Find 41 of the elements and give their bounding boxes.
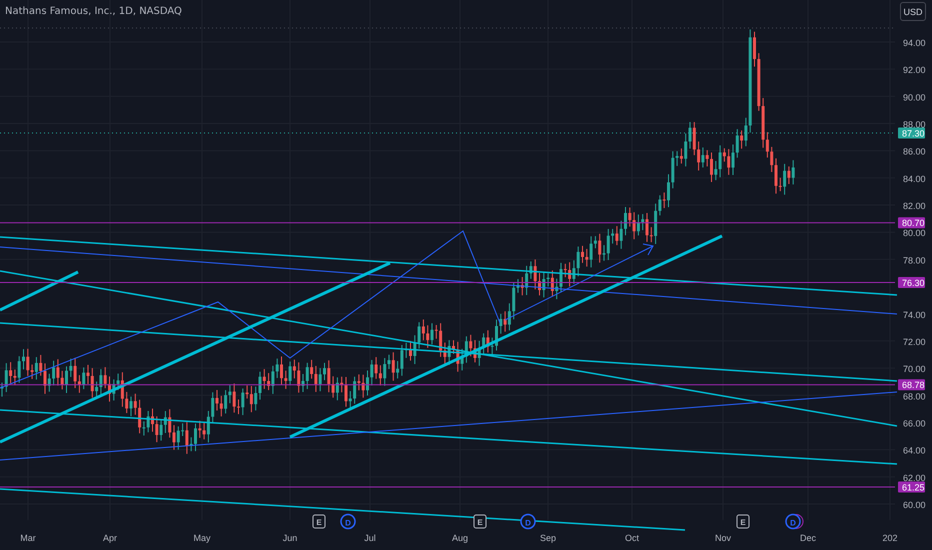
time-axis-label: Aug: [452, 533, 468, 543]
price-axis-label: 84.00: [903, 174, 926, 184]
earnings-marker[interactable]: E: [474, 514, 486, 528]
price-axis-label: 66.00: [903, 418, 926, 428]
time-axis-label: Oct: [625, 533, 639, 543]
price-axis-label: 82.00: [903, 201, 926, 212]
price-axis-label: 78.00: [903, 255, 926, 266]
price-axis-label: 70.00: [903, 364, 926, 374]
price-axis-label: 74.00: [903, 310, 926, 320]
currency-button[interactable]: USD: [900, 2, 926, 21]
price-axis-label: 80.00: [903, 228, 926, 238]
price-tag: 87.30: [898, 128, 925, 139]
time-axis-label: Apr: [103, 533, 117, 543]
time-axis-label: 202: [882, 533, 898, 543]
price-tag: 80.70: [898, 217, 925, 228]
price-axis-label: 94.00: [903, 38, 926, 48]
price-axis-label: 86.00: [903, 146, 926, 157]
price-axis-label: 68.00: [903, 391, 926, 402]
time-axis-label: Nov: [715, 533, 731, 543]
price-axis-label: 72.00: [903, 336, 926, 347]
price-axis-label: 64.00: [903, 446, 926, 456]
price-tag: 61.25: [898, 482, 925, 492]
time-axis-label: May: [194, 533, 210, 543]
price-axis-label: 90.00: [903, 92, 926, 102]
time-axis-label: Sep: [540, 533, 556, 543]
dividend-marker[interactable]: D: [520, 514, 536, 530]
price-axis-label: 92.00: [903, 65, 926, 76]
earnings-marker[interactable]: E: [312, 514, 326, 528]
chart-title: Nathans Famous, Inc., 1D, NASDAQ: [5, 6, 182, 17]
time-axis-label: Dec: [800, 533, 816, 543]
price-axis-label: 60.00: [903, 500, 926, 510]
price-tag: 68.78: [898, 379, 925, 390]
price-axis-label: 88.00: [903, 120, 926, 130]
price-tag: 76.30: [898, 277, 925, 288]
dividend-marker[interactable]: D: [785, 514, 804, 530]
price-axis-label: 62.00: [903, 472, 926, 483]
time-axis-label: Jul: [364, 533, 376, 543]
dividend-marker[interactable]: D: [340, 514, 356, 530]
earnings-marker[interactable]: E: [736, 514, 750, 528]
time-axis-label: Jun: [282, 533, 298, 543]
time-axis-label: Mar: [20, 533, 36, 543]
